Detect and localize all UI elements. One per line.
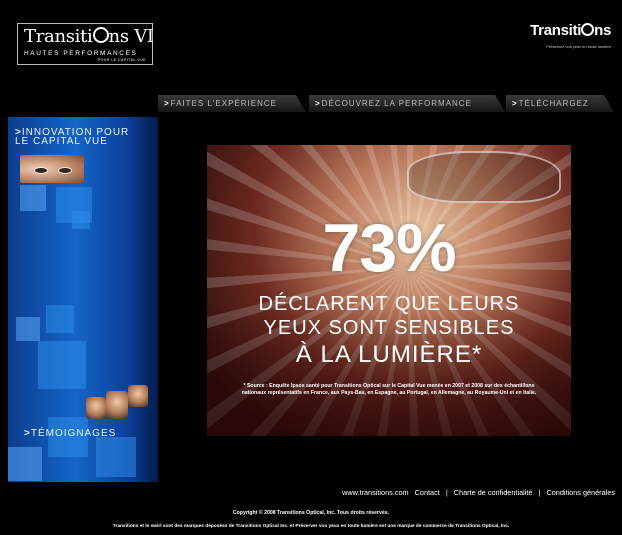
- brand-tagline: Préservez vos yeux en toute lumière: [546, 44, 611, 49]
- arrow-right-icon: >: [315, 99, 321, 108]
- decorative-square: [8, 447, 42, 481]
- eyes-thumbnail[interactable]: [20, 155, 84, 183]
- swirl-logo-icon: [581, 23, 595, 36]
- decorative-square: [46, 305, 74, 333]
- footer-links: www.transitions.com Contact | Charte de …: [340, 488, 617, 497]
- logo-subtitle: HAUTES PERFORMANCES: [24, 50, 138, 57]
- decorative-square: [16, 317, 40, 341]
- footer-link-website[interactable]: www.transitions.com: [342, 488, 409, 497]
- person-photo: [106, 391, 128, 419]
- hero-visual[interactable]: 73% DÉCLARENT QUE LEURS YEUX SONT SENSIB…: [207, 145, 571, 436]
- tab-faites-experience[interactable]: >Faites l'expérience: [158, 95, 306, 112]
- person-photo: [86, 397, 106, 419]
- logo-subtitle-small: POUR LE CAPITAL VUE: [97, 58, 146, 62]
- decorative-square: [72, 211, 90, 229]
- arrow-right-icon: >: [164, 99, 170, 108]
- copyright-text: Copyright © 2008 Transitions Optical, In…: [232, 510, 390, 516]
- hero-claim-line3: À LA LUMIÈRE*: [295, 341, 483, 368]
- tab-telechargez[interactable]: >Téléchargez: [506, 95, 614, 112]
- testimonials-thumbnail[interactable]: [86, 385, 148, 419]
- sidebar-link-innovation[interactable]: >Innovation pour le Capital Vue: [15, 128, 129, 147]
- hero-source-note: * Source : Enquête Ipsos santé pour Tran…: [241, 383, 537, 396]
- hero-claim-line1: DÉCLARENT QUE LEURS: [258, 293, 520, 315]
- swirl-logo-icon: [92, 27, 109, 43]
- legal-text: Transitions et le swirl sont des marques…: [112, 524, 510, 529]
- person-photo: [128, 385, 148, 407]
- eye-shape: [34, 167, 48, 174]
- arrow-right-icon: >: [512, 99, 518, 108]
- product-logo[interactable]: Transiti ns VI HAUTES PERFORMANCES POUR L…: [17, 23, 154, 65]
- sidebar-link-temoignages[interactable]: >Témoignages: [24, 428, 116, 439]
- decorative-square: [96, 437, 136, 477]
- brand-logo[interactable]: Transiti ns: [530, 22, 611, 39]
- hero-claim-line2: YEUX SONT SENSIBLES: [263, 317, 515, 339]
- arrow-right-icon: >: [24, 428, 31, 439]
- decorative-square: [38, 341, 86, 389]
- hero-percentage: 73%: [322, 210, 456, 286]
- tab-decouvrez-performance[interactable]: >Découvrez la performance: [309, 95, 505, 112]
- footer-link-privacy[interactable]: Charte de confidentialité: [454, 488, 533, 497]
- eye-shape: [58, 167, 72, 174]
- footer-separator: |: [538, 488, 541, 497]
- decorative-square: [20, 185, 46, 211]
- footer-separator: |: [445, 488, 448, 497]
- logo-wordmark: Transiti ns VI: [24, 26, 154, 47]
- footer-link-contact[interactable]: Contact: [415, 488, 440, 497]
- footer-link-terms[interactable]: Conditions générales: [546, 488, 615, 497]
